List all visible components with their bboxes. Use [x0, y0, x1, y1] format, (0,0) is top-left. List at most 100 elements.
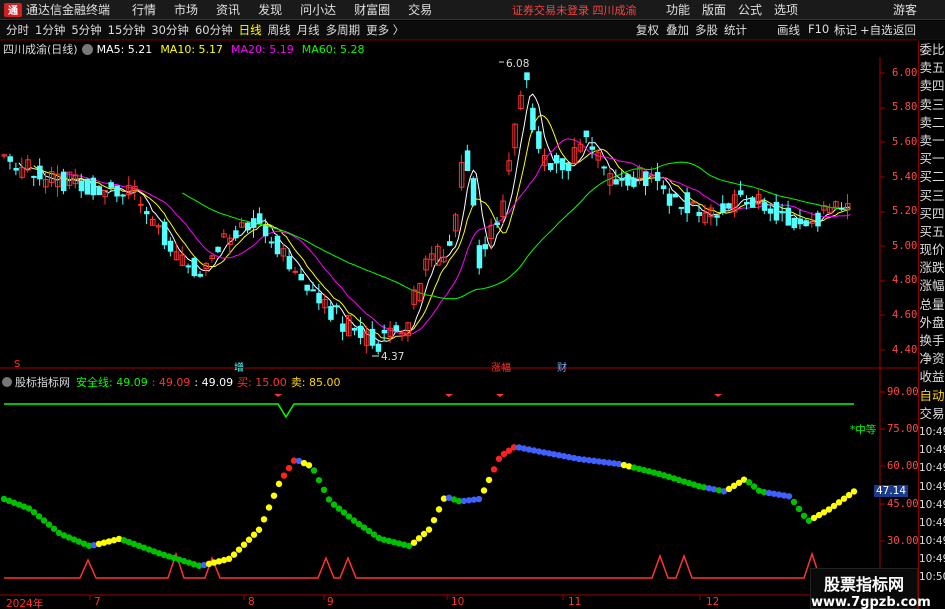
right-panel-item[interactable]: 卖二: [919, 114, 945, 132]
right-quote-panel: 委比 卖五 卖四 卖三 卖二 卖一 买一 买二 买三 买四 买五 现价 涨跌 涨幅 总量 外盘 换手 净资 收益 自动…: [918, 41, 945, 609]
oscillator-dot: [240, 541, 248, 548]
right-panel-item[interactable]: 卖四: [919, 77, 945, 95]
oscillator-dot: [485, 476, 493, 484]
right-panel-item[interactable]: 换手: [919, 332, 945, 350]
oscillator-dot: [275, 480, 283, 488]
oscillator-dot: [270, 492, 278, 499]
right-panel-item[interactable]: 卖五: [919, 59, 945, 77]
oscillator-dot: [250, 531, 258, 538]
ind-tick: 75.00: [887, 423, 919, 435]
event-tag-zeng[interactable]: 增: [234, 359, 244, 374]
indicator-current-value: 47.14: [874, 485, 909, 497]
oscillator-dot: [265, 504, 273, 511]
indicator-v3: : 49.09: [194, 375, 234, 389]
oscillator-dot: [435, 506, 443, 513]
candle-body: [738, 190, 744, 195]
right-panel-item[interactable]: 买一: [919, 150, 945, 168]
right-panel-item[interactable]: 涨跌: [919, 259, 945, 277]
candle-body: [262, 225, 269, 237]
candle-body: [559, 158, 566, 171]
candle-body: [839, 207, 845, 210]
high-price-label: 6.08: [506, 58, 530, 70]
candle-body: [31, 175, 37, 178]
oscillator-dot: [255, 526, 263, 533]
low-price-label: 4.37: [381, 351, 405, 363]
right-panel-item[interactable]: 10:49: [919, 441, 945, 459]
right-panel-item[interactable]: 净资: [919, 350, 945, 368]
time-tick: 7: [94, 596, 101, 608]
oscillator-dot: [795, 505, 803, 513]
right-panel-item[interactable]: 总量: [919, 296, 945, 314]
indicator-buy: 买: 15.00: [237, 376, 287, 389]
right-panel-item[interactable]: 10:49: [919, 459, 945, 477]
right-panel-item[interactable]: 外盘: [919, 314, 945, 332]
candle-body: [589, 146, 596, 150]
right-panel-item[interactable]: 卖一: [919, 132, 945, 150]
oscillator-dot: [315, 476, 323, 484]
time-tick: 12: [706, 596, 720, 608]
kline-chart[interactable]: [0, 0, 918, 609]
right-panel-item[interactable]: 买二: [919, 168, 945, 186]
right-panel-item[interactable]: 10:50: [919, 568, 945, 586]
right-panel-item[interactable]: 现价: [919, 241, 945, 259]
right-panel-item[interactable]: 10:49: [919, 496, 945, 514]
right-panel-item[interactable]: 收益: [919, 368, 945, 386]
candle-body: [191, 257, 198, 277]
oscillator-dot: [35, 513, 43, 520]
right-panel-item[interactable]: 10:49: [919, 423, 945, 441]
event-tag-zhangfu[interactable]: 涨幅: [491, 359, 511, 374]
oscillator-dot: [480, 487, 488, 494]
oscillator-dot: [785, 493, 793, 500]
event-tag-s[interactable]: S: [14, 359, 20, 370]
candle-body: [779, 211, 786, 214]
price-tick: 6.00: [892, 67, 918, 79]
right-panel-item[interactable]: 自动: [919, 387, 945, 405]
right-panel-item[interactable]: 10:49: [919, 514, 945, 532]
right-panel-item[interactable]: 卖三: [919, 96, 945, 114]
candle-body: [108, 182, 114, 188]
candle-body: [256, 213, 263, 224]
oscillator-dot: [800, 512, 808, 519]
candle-body: [369, 328, 376, 346]
candle-body: [654, 171, 661, 181]
indicator-name[interactable]: 股标指标网: [15, 374, 70, 390]
oscillator-dot: [425, 526, 433, 533]
candle-body: [720, 203, 726, 213]
price-tick: 5.60: [892, 136, 918, 148]
candle-body: [316, 292, 322, 304]
candle-body: [482, 244, 489, 250]
indicator-settings-icon[interactable]: [2, 377, 12, 387]
candle-body: [476, 245, 483, 269]
price-tick: 4.60: [892, 309, 918, 321]
right-panel-item[interactable]: 买三: [919, 187, 945, 205]
candle-body: [536, 131, 542, 149]
price-tick: 5.40: [892, 171, 918, 183]
candle-body: [7, 156, 13, 162]
right-panel-item[interactable]: 10:49: [919, 478, 945, 496]
candle-body: [233, 230, 239, 239]
right-panel-item[interactable]: 买五: [919, 223, 945, 241]
time-tick: 10: [451, 596, 465, 608]
price-tick: 4.80: [892, 274, 918, 286]
right-panel-item[interactable]: 委比: [919, 41, 945, 59]
price-tick: 5.20: [892, 205, 918, 217]
oscillator-dot: [30, 508, 38, 516]
right-panel-item[interactable]: 交易: [919, 405, 945, 423]
oscillator-dot: [850, 488, 858, 495]
oscillator-dot: [790, 498, 798, 506]
right-panel-item[interactable]: 10:49: [919, 532, 945, 550]
candle-body: [672, 193, 679, 198]
right-panel-item[interactable]: 买四: [919, 205, 945, 223]
candle-body: [185, 265, 192, 268]
candle-body: [494, 222, 501, 226]
oscillator-dot: [420, 530, 428, 538]
candle-body: [447, 241, 453, 246]
right-panel-item[interactable]: 涨幅: [919, 277, 945, 295]
oscillator-dot: [245, 536, 253, 543]
candle-body: [761, 202, 768, 211]
candle-body: [250, 218, 257, 228]
right-panel-item[interactable]: 10:49: [919, 550, 945, 568]
signal-marker: [445, 394, 453, 397]
event-tag-cai[interactable]: 财: [557, 359, 567, 374]
oscillator-dot: [260, 516, 268, 523]
